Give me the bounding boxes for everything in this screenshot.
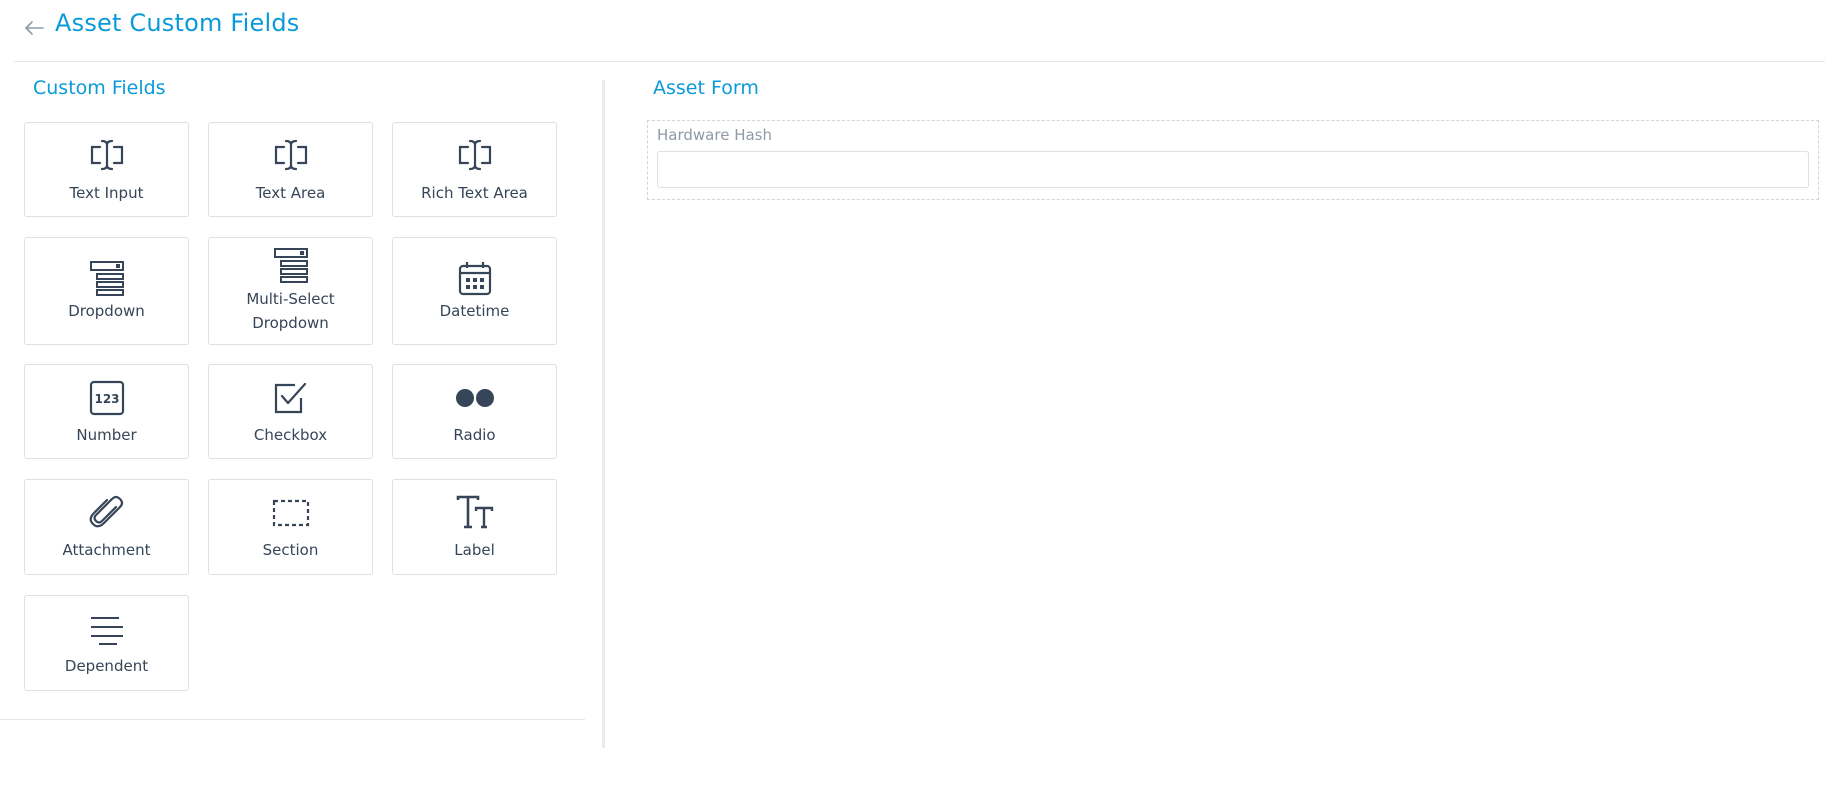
field-tile-checkbox[interactable]: Checkbox (208, 364, 373, 459)
dashed-section-icon (271, 493, 311, 533)
field-tile-label: Label (454, 541, 495, 559)
form-field-label: Hardware Hash (657, 126, 772, 144)
field-tile-label: Text Area (255, 184, 326, 202)
text-cursor-icon (455, 135, 495, 175)
field-tile-label: Section (262, 541, 319, 559)
asset-form-title: Asset Form (653, 77, 759, 99)
dropdown-list-icon (87, 258, 127, 298)
field-tile-label: Text Input (69, 184, 144, 202)
field-tile-label: Dropdown (68, 302, 145, 320)
checkbox-icon (271, 378, 311, 418)
field-tile-label: Multi-Select Dropdown (246, 290, 335, 332)
field-tile-rich-text-area[interactable]: Rich Text Area (392, 122, 557, 217)
field-tile-label: Checkbox (253, 426, 328, 444)
calendar-icon (455, 258, 495, 298)
dropdown-list-icon (271, 245, 311, 285)
panel-divider[interactable] (602, 80, 605, 748)
field-tile-text-input[interactable]: Text Input (24, 122, 189, 217)
text-cursor-icon (271, 135, 311, 175)
field-tile-label: Radio (453, 426, 496, 444)
paperclip-icon (87, 493, 127, 533)
field-tile-label: Rich Text Area (421, 184, 528, 202)
field-tile-label: Number (76, 426, 137, 444)
field-tile-dependent[interactable]: Dependent (24, 595, 189, 691)
page-title: Asset Custom Fields (55, 9, 300, 37)
svg-text:123: 123 (94, 392, 119, 406)
field-tile-section[interactable]: Section (208, 479, 373, 575)
field-tile-attachment[interactable]: Attachment (24, 479, 189, 575)
field-tile-label-field[interactable]: Label (392, 479, 557, 575)
field-tile-number[interactable]: 123 Number (24, 364, 189, 459)
arrow-left-icon[interactable] (22, 16, 46, 40)
text-cursor-icon (87, 135, 127, 175)
field-tile-dropdown[interactable]: Dropdown (24, 237, 189, 345)
custom-fields-panel: Custom Fields Text Input Text Area Rich … (0, 62, 585, 720)
custom-fields-title: Custom Fields (33, 77, 166, 99)
asset-form-panel: Asset Form Hardware Hash (640, 62, 1825, 762)
form-field-hardware-hash[interactable]: Hardware Hash (647, 120, 1819, 200)
field-tile-datetime[interactable]: Datetime (392, 237, 557, 345)
field-tile-label: Attachment (62, 541, 151, 559)
field-tile-text-area[interactable]: Text Area (208, 122, 373, 217)
radio-dots-icon (455, 378, 495, 418)
field-tile-radio[interactable]: Radio (392, 364, 557, 459)
lines-icon (87, 609, 127, 649)
text-size-icon (455, 493, 495, 533)
page-header: Asset Custom Fields (14, 0, 1825, 62)
hardware-hash-input[interactable] (657, 151, 1809, 188)
field-tile-multi-select-dropdown[interactable]: Multi-Select Dropdown (208, 237, 373, 345)
field-tile-label: Dependent (64, 657, 149, 675)
field-tile-label: Datetime (439, 302, 510, 320)
number-123-icon: 123 (87, 378, 127, 418)
